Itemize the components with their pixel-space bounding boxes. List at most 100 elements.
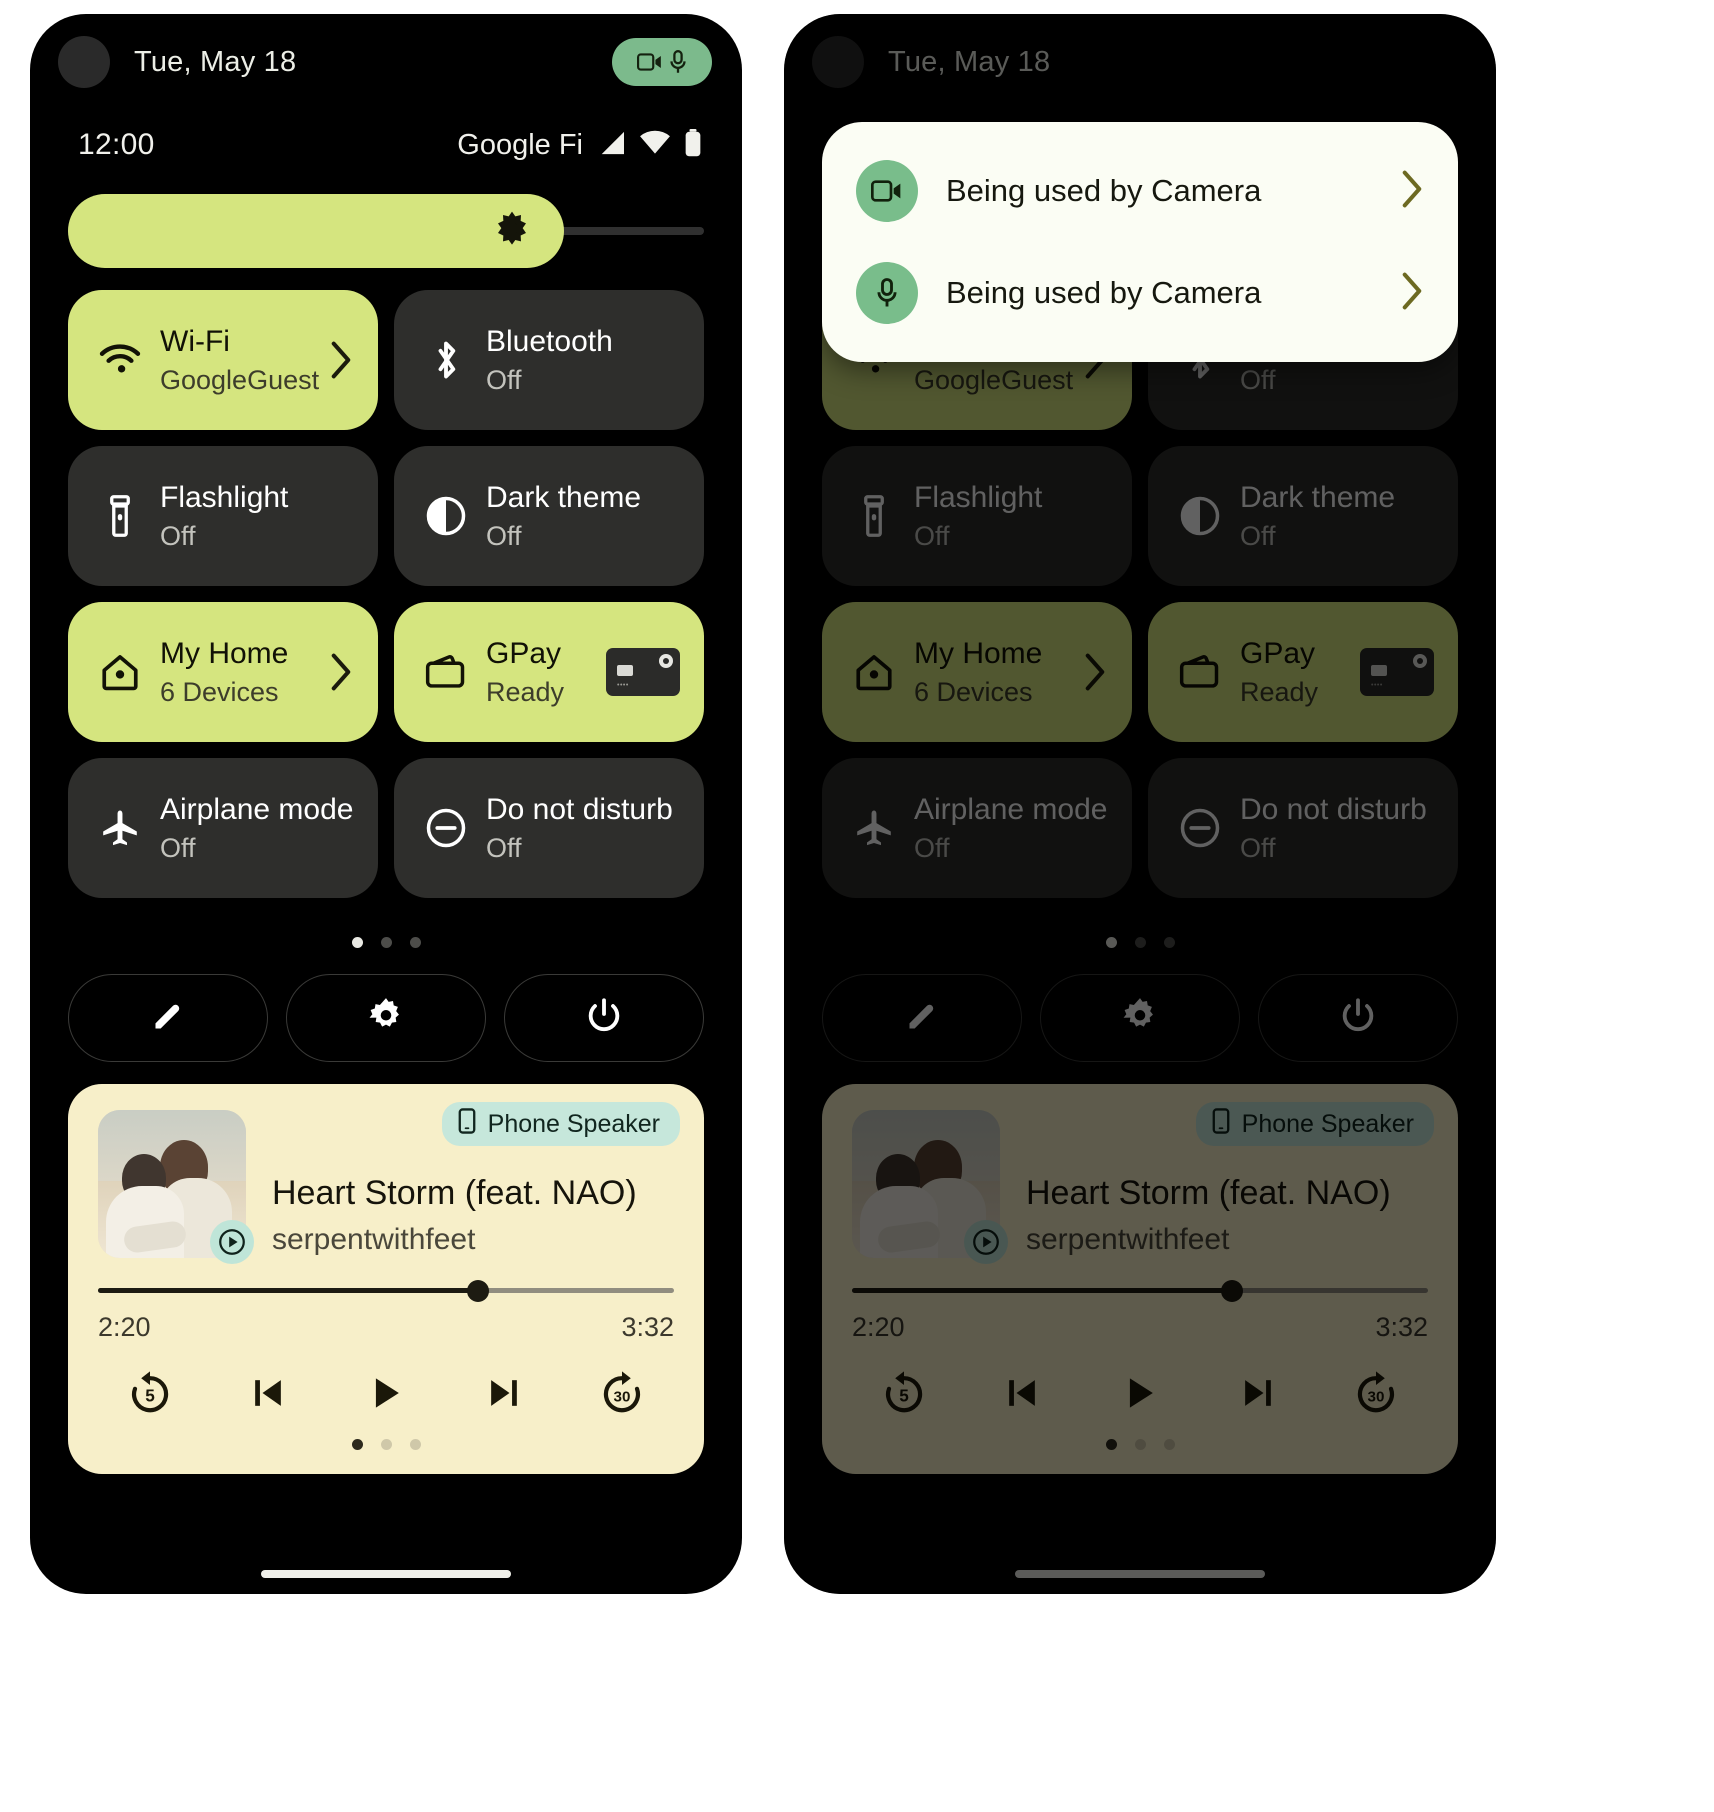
pager-dot[interactable] bbox=[1134, 936, 1146, 948]
settings-button[interactable] bbox=[1040, 974, 1240, 1062]
media-pager-dot[interactable] bbox=[351, 1439, 363, 1450]
tile-my-home[interactable]: My Home 6 Devices bbox=[822, 602, 1132, 742]
previous-track-button[interactable] bbox=[234, 1361, 302, 1429]
tile-dark-theme[interactable]: Dark theme Off bbox=[1148, 446, 1458, 586]
tile-do-not-disturb[interactable]: Do not disturb Off bbox=[1148, 758, 1458, 898]
avatar[interactable] bbox=[58, 36, 110, 88]
next-track-button[interactable] bbox=[1224, 1361, 1292, 1429]
chevron-right-icon[interactable] bbox=[1400, 169, 1424, 214]
seek-bar[interactable] bbox=[98, 1280, 674, 1302]
brightness-slider[interactable] bbox=[68, 194, 704, 268]
power-button[interactable] bbox=[1258, 974, 1458, 1062]
credit-card-thumbnail[interactable]: •••• bbox=[1360, 648, 1434, 696]
pager-dot[interactable] bbox=[409, 936, 421, 948]
quick-settings-grid: Wi-Fi GoogleGuest Bluetooth Off bbox=[68, 290, 704, 898]
privacy-indicator-chip[interactable] bbox=[612, 38, 712, 86]
tile-dark-theme[interactable]: Dark theme Off bbox=[394, 446, 704, 586]
bluetooth-icon bbox=[420, 338, 472, 382]
gear-icon bbox=[365, 995, 407, 1042]
output-device-chip[interactable]: Phone Speaker bbox=[1195, 1102, 1434, 1146]
chevron-right-icon[interactable] bbox=[328, 340, 354, 380]
media-pager-dot[interactable] bbox=[409, 1439, 421, 1450]
tile-flashlight[interactable]: Flashlight Off bbox=[822, 446, 1132, 586]
previous-track-button[interactable] bbox=[988, 1361, 1056, 1429]
edit-tiles-button[interactable] bbox=[822, 974, 1022, 1062]
footer-buttons bbox=[68, 974, 704, 1062]
media-pager-dot[interactable] bbox=[1105, 1439, 1117, 1450]
play-circle-icon[interactable] bbox=[964, 1220, 1008, 1264]
home-indicator[interactable] bbox=[261, 1570, 511, 1578]
tile-do-not-disturb[interactable]: Do not disturb Off bbox=[394, 758, 704, 898]
seek-thumb[interactable] bbox=[1221, 1280, 1244, 1302]
quick-settings-pager[interactable] bbox=[30, 914, 742, 970]
wallet-icon bbox=[1174, 653, 1226, 691]
tile-subtitle: Off bbox=[1240, 364, 1276, 395]
album-art[interactable] bbox=[98, 1110, 254, 1264]
tile-subtitle: Off bbox=[486, 832, 522, 863]
seek-fill bbox=[98, 1288, 479, 1293]
privacy-row-microphone[interactable]: Being used by Camera bbox=[822, 242, 1458, 344]
tile-subtitle: Off bbox=[486, 520, 522, 551]
tile-gpay[interactable]: GPay Ready •••• bbox=[1148, 602, 1458, 742]
privacy-dialog[interactable]: Being used by Camera Being used by Camer… bbox=[822, 122, 1458, 362]
tile-title: My Home bbox=[160, 636, 289, 670]
chevron-right-icon[interactable] bbox=[1400, 271, 1424, 316]
edit-tiles-button[interactable] bbox=[68, 974, 268, 1062]
seek-thumb[interactable] bbox=[467, 1280, 490, 1302]
privacy-row-label: Being used by Camera bbox=[946, 275, 1262, 310]
chevron-right-icon[interactable] bbox=[328, 652, 354, 692]
media-player: Phone Speaker Heart Storm (feat. NAO) se… bbox=[68, 1084, 704, 1474]
elapsed-time: 2:20 bbox=[98, 1312, 151, 1342]
tile-wifi[interactable]: Wi-Fi GoogleGuest bbox=[68, 290, 378, 430]
next-track-button[interactable] bbox=[470, 1361, 538, 1429]
pager-dot[interactable] bbox=[1163, 936, 1175, 948]
play-circle-icon[interactable] bbox=[210, 1220, 254, 1264]
media-pager-dot[interactable] bbox=[1163, 1439, 1175, 1450]
cellular-signal-icon bbox=[596, 130, 626, 161]
forward-30-button[interactable]: 30 bbox=[588, 1361, 656, 1429]
duration-time: 3:32 bbox=[1375, 1312, 1428, 1342]
privacy-row-camera[interactable]: Being used by Camera bbox=[822, 140, 1458, 242]
avatar[interactable] bbox=[812, 36, 864, 88]
seek-bar[interactable] bbox=[852, 1280, 1428, 1302]
brightness-icon bbox=[492, 209, 532, 254]
media-pager[interactable] bbox=[98, 1433, 674, 1460]
pager-dot[interactable] bbox=[351, 936, 363, 948]
rewind-5-button[interactable]: 5 bbox=[116, 1361, 184, 1429]
credit-card-thumbnail[interactable]: •••• bbox=[606, 648, 680, 696]
media-pager[interactable] bbox=[852, 1433, 1428, 1460]
tile-my-home[interactable]: My Home 6 Devices bbox=[68, 602, 378, 742]
tile-gpay[interactable]: GPay Ready •••• bbox=[394, 602, 704, 742]
home-indicator[interactable] bbox=[1015, 1570, 1265, 1578]
media-pager-dot[interactable] bbox=[380, 1439, 392, 1450]
output-device-label: Phone Speaker bbox=[487, 1109, 660, 1138]
forward-30-button[interactable]: 30 bbox=[1342, 1361, 1410, 1429]
rewind-5-button[interactable]: 5 bbox=[870, 1361, 938, 1429]
phone-icon bbox=[458, 1107, 476, 1141]
play-button[interactable] bbox=[352, 1361, 420, 1429]
media-pager-dot[interactable] bbox=[1134, 1439, 1146, 1450]
chevron-right-icon[interactable] bbox=[1082, 652, 1108, 692]
tile-airplane-mode[interactable]: Airplane mode Off bbox=[68, 758, 378, 898]
tile-subtitle: Off bbox=[160, 520, 196, 551]
tile-subtitle: Off bbox=[160, 832, 196, 863]
tile-flashlight[interactable]: Flashlight Off bbox=[68, 446, 378, 586]
skip-next-icon bbox=[482, 1371, 526, 1420]
pager-dot[interactable] bbox=[380, 936, 392, 948]
tile-airplane-mode[interactable]: Airplane mode Off bbox=[822, 758, 1132, 898]
album-art[interactable] bbox=[852, 1110, 1008, 1264]
tile-bluetooth[interactable]: Bluetooth Off bbox=[394, 290, 704, 430]
date-label: Tue, May 18 bbox=[888, 45, 1051, 78]
play-button[interactable] bbox=[1106, 1361, 1174, 1429]
date-label: Tue, May 18 bbox=[134, 45, 297, 78]
tile-subtitle: Off bbox=[486, 364, 522, 395]
settings-button[interactable] bbox=[286, 974, 486, 1062]
quick-settings-pager[interactable] bbox=[784, 914, 1496, 970]
seek-fill bbox=[852, 1288, 1233, 1293]
output-device-chip[interactable]: Phone Speaker bbox=[441, 1102, 680, 1146]
power-button[interactable] bbox=[504, 974, 704, 1062]
status-icons: Google Fi bbox=[457, 128, 702, 162]
tile-subtitle: GoogleGuest bbox=[914, 364, 1074, 395]
pager-dot[interactable] bbox=[1105, 936, 1117, 948]
wallet-icon bbox=[420, 653, 472, 691]
